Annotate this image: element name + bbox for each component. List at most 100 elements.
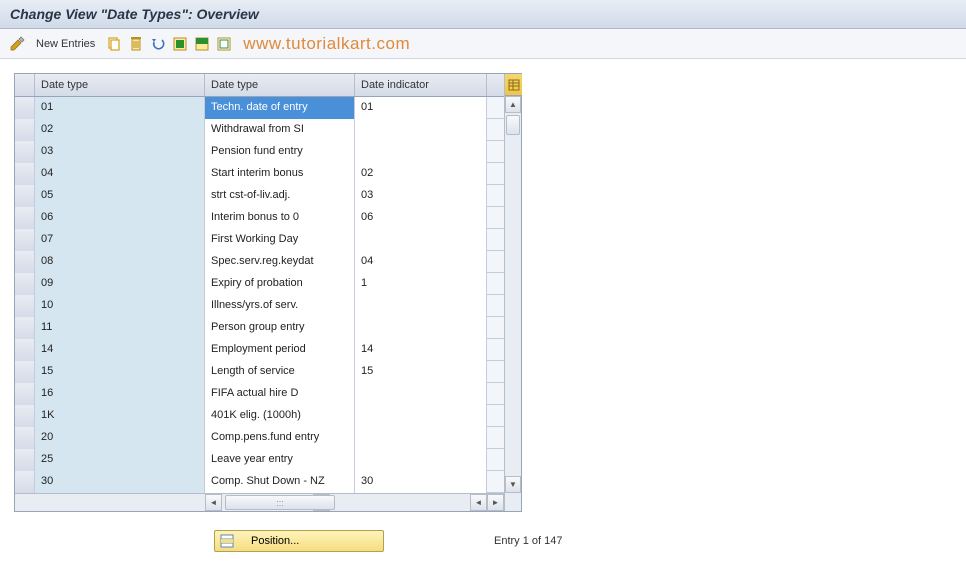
table-row[interactable]: 15Length of service15: [15, 361, 504, 383]
cell-date-type-text[interactable]: Expiry of probation: [205, 273, 355, 295]
cell-date-indicator[interactable]: 01: [355, 97, 487, 119]
new-entries-button[interactable]: New Entries: [30, 36, 101, 52]
row-selector[interactable]: [15, 163, 35, 185]
copy-icon[interactable]: [105, 35, 123, 53]
row-selector[interactable]: [15, 295, 35, 317]
row-selector[interactable]: [15, 207, 35, 229]
cell-date-indicator[interactable]: [355, 295, 487, 317]
change-icon[interactable]: [8, 35, 26, 53]
vscroll-track[interactable]: [505, 113, 521, 476]
row-selector[interactable]: [15, 251, 35, 273]
vscroll-down-button[interactable]: ▼: [505, 476, 521, 493]
table-row[interactable]: 30Comp. Shut Down - NZ30: [15, 471, 504, 493]
cell-date-type-code[interactable]: 02: [35, 119, 205, 141]
table-row[interactable]: 10Illness/yrs.of serv.: [15, 295, 504, 317]
cell-date-type-text[interactable]: Interim bonus to 0: [205, 207, 355, 229]
table-row[interactable]: 1K401K elig. (1000h): [15, 405, 504, 427]
cell-date-type-text[interactable]: Techn. date of entry: [205, 97, 355, 119]
table-row[interactable]: 05strt cst-of-liv.adj.03: [15, 185, 504, 207]
cell-date-type-code[interactable]: 16: [35, 383, 205, 405]
cell-date-type-text[interactable]: Illness/yrs.of serv.: [205, 295, 355, 317]
cell-date-type-text[interactable]: Start interim bonus: [205, 163, 355, 185]
cell-date-indicator[interactable]: [355, 229, 487, 251]
cell-date-type-text[interactable]: Person group entry: [205, 317, 355, 339]
cell-date-indicator[interactable]: 03: [355, 185, 487, 207]
cell-date-type-text[interactable]: First Working Day: [205, 229, 355, 251]
deselect-all-icon[interactable]: [215, 35, 233, 53]
cell-date-indicator[interactable]: [355, 427, 487, 449]
cell-date-type-text[interactable]: Withdrawal from SI: [205, 119, 355, 141]
row-selector[interactable]: [15, 317, 35, 339]
table-settings-icon[interactable]: [505, 74, 522, 96]
cell-date-type-code[interactable]: 11: [35, 317, 205, 339]
cell-date-type-text[interactable]: Comp. Shut Down - NZ: [205, 471, 355, 493]
hscroll-track[interactable]: :::: [223, 494, 312, 511]
table-row[interactable]: 25Leave year entry: [15, 449, 504, 471]
column-header-date-type-text[interactable]: Date type: [205, 74, 355, 96]
cell-date-indicator[interactable]: [355, 383, 487, 405]
header-selector[interactable]: [15, 74, 35, 96]
row-selector[interactable]: [15, 471, 35, 493]
row-selector[interactable]: [15, 383, 35, 405]
table-row[interactable]: 08Spec.serv.reg.keydat04: [15, 251, 504, 273]
hscroll-right2-button[interactable]: ►: [487, 494, 504, 511]
cell-date-type-code[interactable]: 01: [35, 97, 205, 119]
cell-date-type-code[interactable]: 08: [35, 251, 205, 273]
cell-date-type-code[interactable]: 30: [35, 471, 205, 493]
row-selector[interactable]: [15, 339, 35, 361]
hscroll-left2-button[interactable]: ◄: [470, 494, 487, 511]
delete-icon[interactable]: [127, 35, 145, 53]
cell-date-type-code[interactable]: 10: [35, 295, 205, 317]
table-row[interactable]: 14Employment period14: [15, 339, 504, 361]
cell-date-type-text[interactable]: Employment period: [205, 339, 355, 361]
cell-date-type-code[interactable]: 05: [35, 185, 205, 207]
cell-date-type-text[interactable]: Spec.serv.reg.keydat: [205, 251, 355, 273]
cell-date-type-code[interactable]: 06: [35, 207, 205, 229]
position-button[interactable]: Position...: [214, 530, 384, 552]
row-selector[interactable]: [15, 185, 35, 207]
cell-date-type-code[interactable]: 14: [35, 339, 205, 361]
cell-date-indicator[interactable]: 1: [355, 273, 487, 295]
cell-date-type-text[interactable]: Comp.pens.fund entry: [205, 427, 355, 449]
row-selector[interactable]: [15, 97, 35, 119]
cell-date-indicator[interactable]: 30: [355, 471, 487, 493]
row-selector[interactable]: [15, 229, 35, 251]
row-selector[interactable]: [15, 427, 35, 449]
row-selector[interactable]: [15, 119, 35, 141]
cell-date-type-code[interactable]: 15: [35, 361, 205, 383]
row-selector[interactable]: [15, 141, 35, 163]
table-row[interactable]: 01Techn. date of entry01: [15, 97, 504, 119]
select-block-icon[interactable]: [193, 35, 211, 53]
cell-date-indicator[interactable]: [355, 141, 487, 163]
cell-date-type-text[interactable]: Leave year entry: [205, 449, 355, 471]
table-row[interactable]: 11Person group entry: [15, 317, 504, 339]
row-selector[interactable]: [15, 405, 35, 427]
table-row[interactable]: 16FIFA actual hire D: [15, 383, 504, 405]
cell-date-indicator[interactable]: 02: [355, 163, 487, 185]
row-selector[interactable]: [15, 273, 35, 295]
cell-date-type-code[interactable]: 20: [35, 427, 205, 449]
table-row[interactable]: 02Withdrawal from SI: [15, 119, 504, 141]
hscroll-left-button[interactable]: ◄: [205, 494, 222, 511]
cell-date-type-text[interactable]: strt cst-of-liv.adj.: [205, 185, 355, 207]
cell-date-type-text[interactable]: FIFA actual hire D: [205, 383, 355, 405]
table-row[interactable]: 07First Working Day: [15, 229, 504, 251]
cell-date-type-text[interactable]: Pension fund entry: [205, 141, 355, 163]
cell-date-indicator[interactable]: [355, 405, 487, 427]
row-selector[interactable]: [15, 361, 35, 383]
table-row[interactable]: 09Expiry of probation1: [15, 273, 504, 295]
vscroll-up-button[interactable]: ▲: [505, 96, 521, 113]
cell-date-indicator[interactable]: [355, 119, 487, 141]
undo-icon[interactable]: [149, 35, 167, 53]
cell-date-type-code[interactable]: 04: [35, 163, 205, 185]
cell-date-type-code[interactable]: 03: [35, 141, 205, 163]
cell-date-type-code[interactable]: 07: [35, 229, 205, 251]
select-all-icon[interactable]: [171, 35, 189, 53]
vscroll-thumb[interactable]: [506, 115, 520, 135]
cell-date-indicator[interactable]: [355, 317, 487, 339]
cell-date-type-text[interactable]: 401K elig. (1000h): [205, 405, 355, 427]
hscroll-thumb[interactable]: :::: [225, 495, 335, 510]
cell-date-indicator[interactable]: 04: [355, 251, 487, 273]
cell-date-type-code[interactable]: 1K: [35, 405, 205, 427]
column-header-date-indicator[interactable]: Date indicator: [355, 74, 487, 96]
